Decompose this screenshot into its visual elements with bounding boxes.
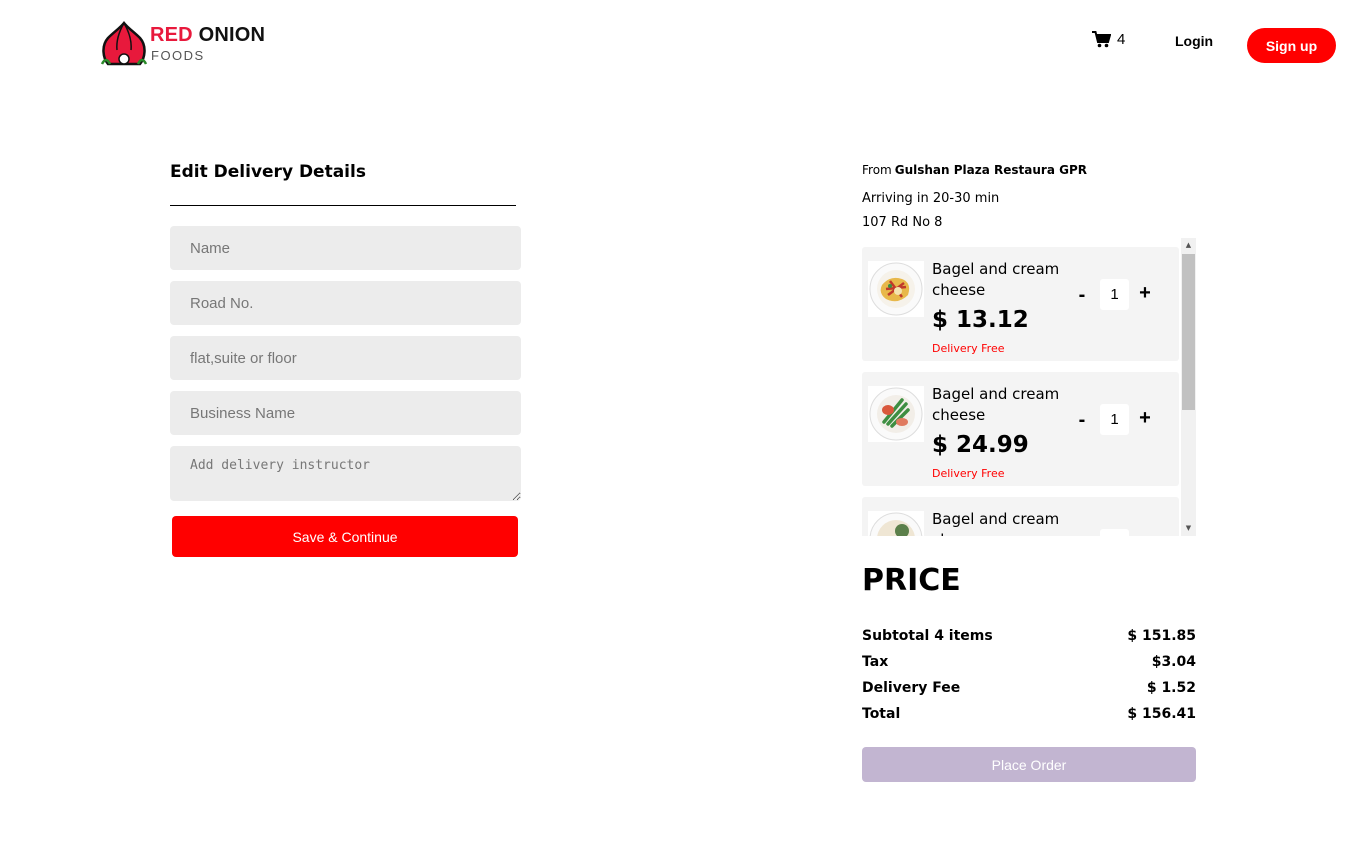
- price-label: Total: [862, 706, 901, 722]
- cart-item: Bagel and cream cheese $ 13.12 Delivery …: [862, 247, 1179, 361]
- from-label: From: [862, 163, 892, 177]
- logo-wordmark: RED ONION: [150, 24, 266, 46]
- form-divider: [170, 205, 516, 206]
- food-image: [868, 261, 924, 317]
- decrease-quantity-button[interactable]: -: [1074, 284, 1090, 306]
- flat-input[interactable]: [170, 336, 521, 380]
- cart-button[interactable]: 4: [1092, 31, 1125, 48]
- item-price: $ 24.99: [932, 432, 1029, 458]
- cart-count: 4: [1117, 31, 1126, 48]
- subtotal-row: Subtotal 4 items $ 151.85: [862, 628, 1196, 644]
- price-label: Delivery Fee: [862, 680, 961, 696]
- delivery-address: 107 Rd No 8: [862, 215, 943, 230]
- logo-subtitle: FOODS: [151, 48, 205, 63]
- price-label: Subtotal 4 items: [862, 628, 993, 644]
- scrollbar-thumb[interactable]: [1182, 254, 1195, 410]
- increase-quantity-button[interactable]: +: [1135, 282, 1155, 304]
- scroll-up-arrow-icon[interactable]: ▲: [1181, 238, 1196, 253]
- delivery-instructions-textarea[interactable]: [170, 446, 521, 501]
- item-name: Bagel and cream cheese: [932, 260, 1060, 299]
- business-name-input[interactable]: [170, 391, 521, 435]
- total-row: Total $ 156.41: [862, 706, 1196, 722]
- cart-scrollbar[interactable]: ▲ ▼: [1181, 238, 1196, 536]
- cart-item: Bagel and cream cheese $ 24.99 Delivery …: [862, 372, 1179, 486]
- restaurant-info: From Gulshan Plaza Restaura GPR: [862, 163, 1087, 177]
- save-continue-button[interactable]: Save & Continue: [172, 516, 518, 557]
- brand-logo[interactable]: RED ONION FOODS: [100, 20, 270, 66]
- tax-row: Tax $3.04: [862, 654, 1196, 670]
- restaurant-name: Gulshan Plaza Restaura GPR: [894, 163, 1087, 177]
- cart-icon: [1092, 31, 1111, 48]
- price-value: $ 151.85: [1127, 628, 1196, 644]
- price-heading: PRICE: [862, 563, 961, 598]
- quantity-value: 1: [1100, 404, 1129, 435]
- delivery-note: Delivery Free: [932, 467, 1005, 480]
- road-input[interactable]: [170, 281, 521, 325]
- food-image: [868, 386, 924, 442]
- quantity-value: [1100, 529, 1129, 536]
- item-name: Bagel and cream cheese: [932, 385, 1060, 424]
- onion-logo-icon: [100, 20, 148, 66]
- decrease-quantity-button[interactable]: -: [1074, 409, 1090, 431]
- price-label: Tax: [862, 654, 889, 670]
- scroll-down-arrow-icon[interactable]: ▼: [1181, 521, 1196, 536]
- price-value: $ 156.41: [1127, 706, 1196, 722]
- form-title: Edit Delivery Details: [170, 162, 366, 182]
- cart-item: Bagel and cream cheese: [862, 497, 1179, 536]
- price-value: $ 1.52: [1146, 680, 1196, 696]
- price-value: $3.04: [1151, 654, 1196, 670]
- login-link[interactable]: Login: [1175, 33, 1213, 49]
- arrival-time: Arriving in 20-30 min: [862, 191, 1000, 206]
- cart-item-list[interactable]: Bagel and cream cheese $ 13.12 Delivery …: [862, 238, 1196, 536]
- place-order-button[interactable]: Place Order: [862, 747, 1196, 782]
- name-input[interactable]: [170, 226, 521, 270]
- food-image: [868, 511, 924, 536]
- item-name: Bagel and cream cheese: [932, 510, 1060, 536]
- signup-button[interactable]: Sign up: [1247, 28, 1336, 63]
- item-price: $ 13.12: [932, 307, 1029, 333]
- increase-quantity-button[interactable]: +: [1135, 407, 1155, 429]
- delivery-note: Delivery Free: [932, 342, 1005, 355]
- delivery-fee-row: Delivery Fee $ 1.52: [862, 680, 1196, 696]
- quantity-value: 1: [1100, 279, 1129, 310]
